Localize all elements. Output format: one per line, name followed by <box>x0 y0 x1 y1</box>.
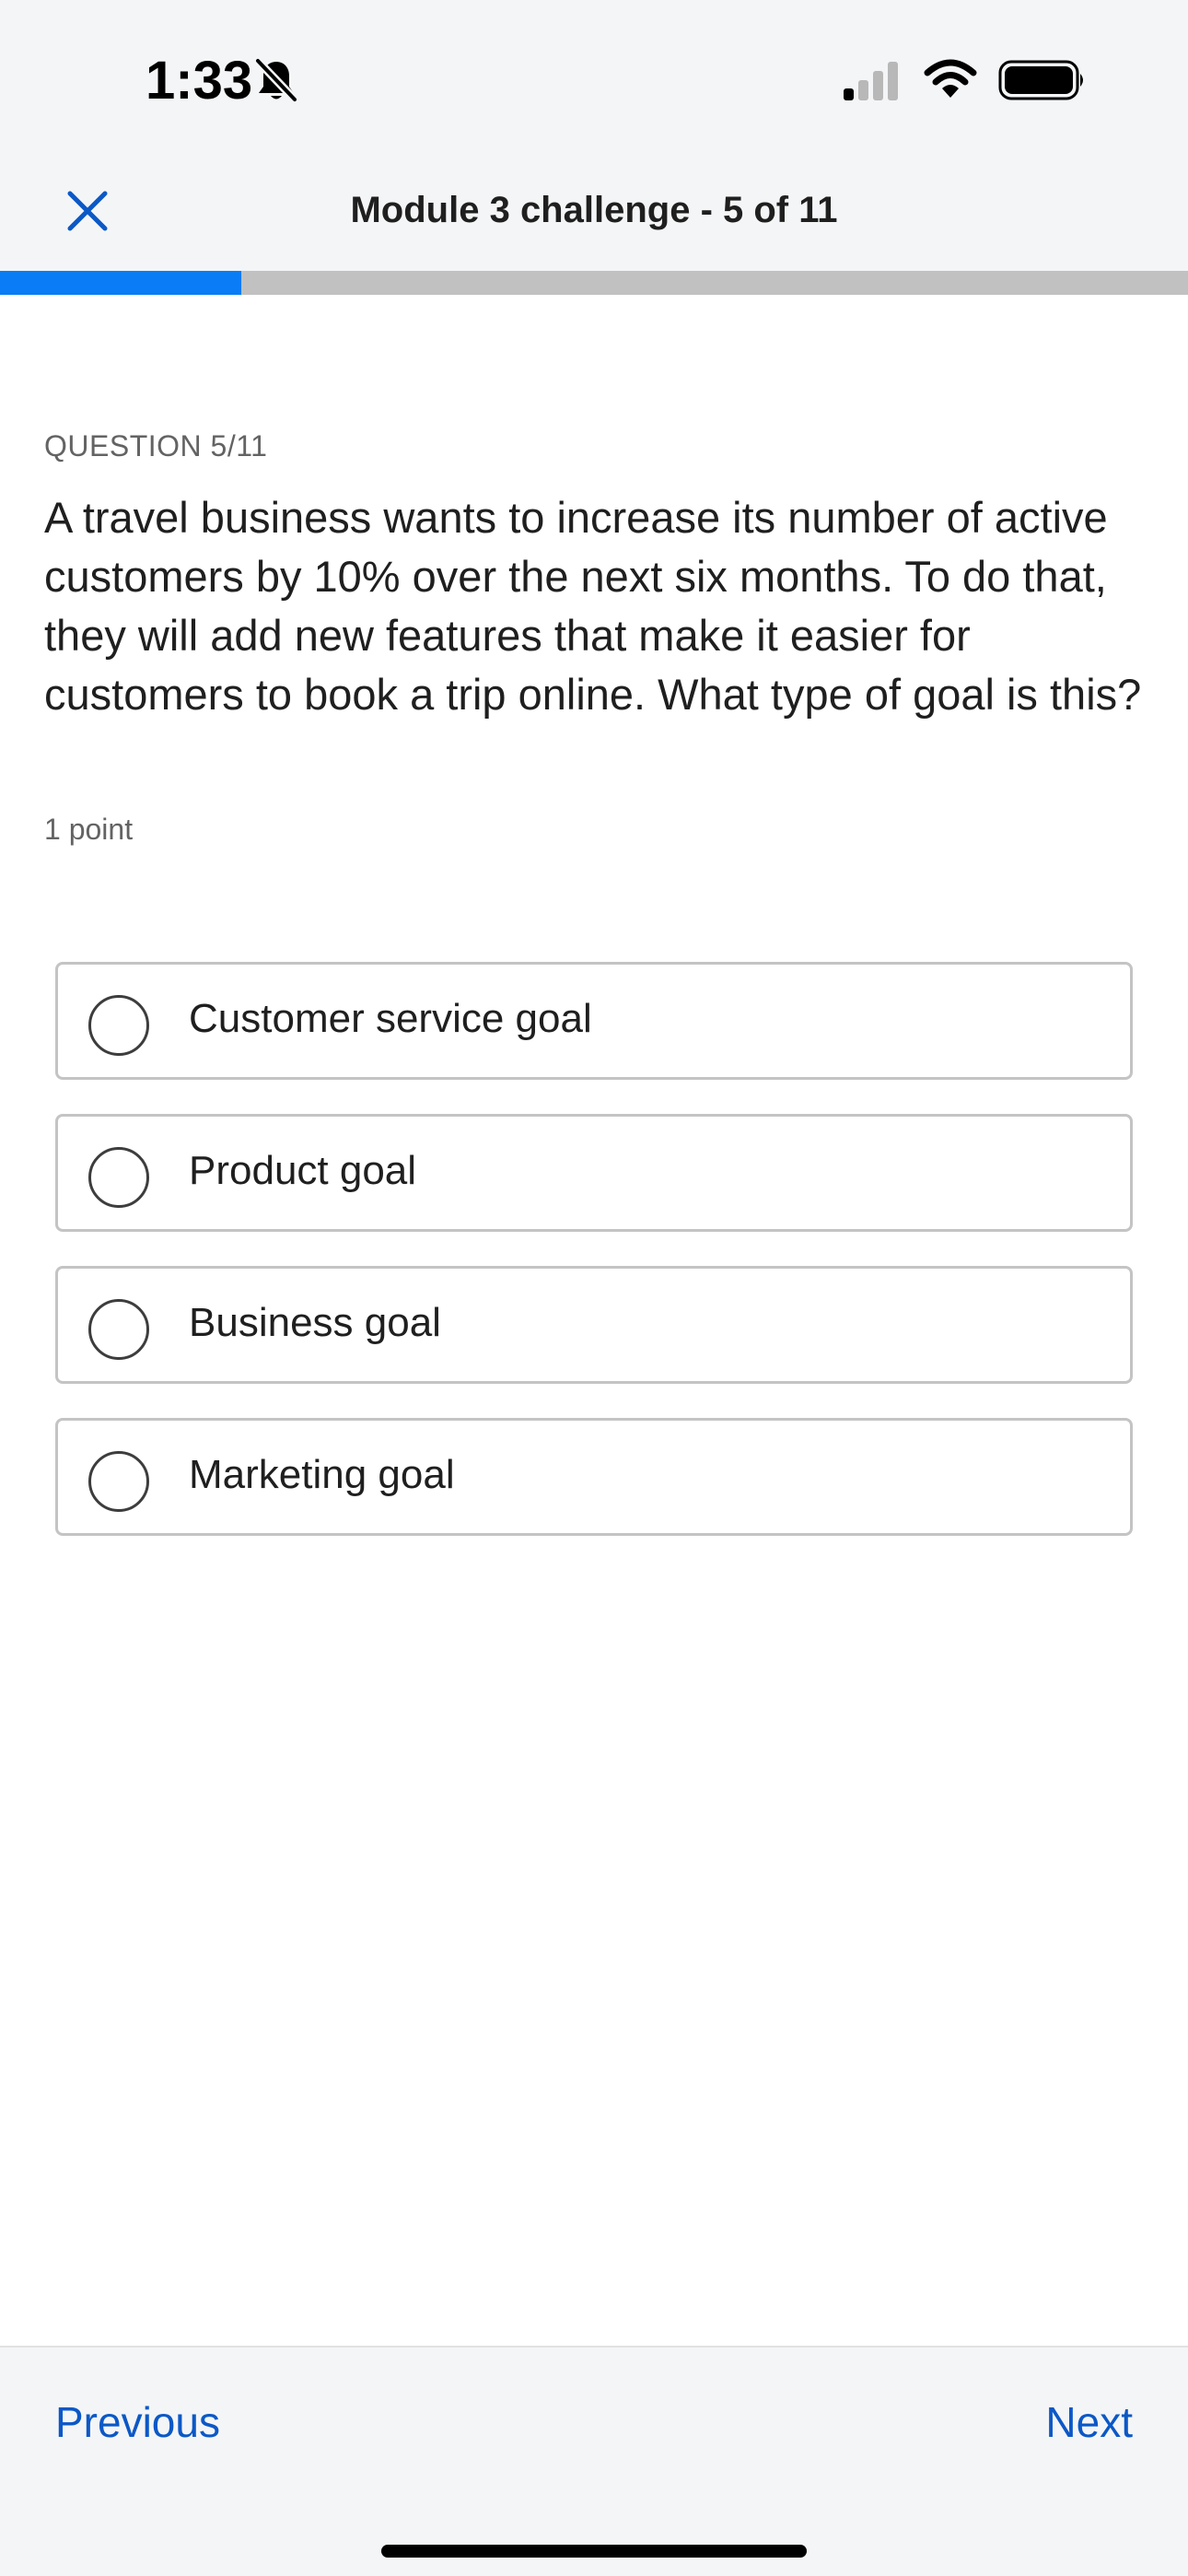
question-text: A travel business wants to increase its … <box>44 493 1142 719</box>
page-title: Module 3 challenge - 5 of 11 <box>350 190 838 230</box>
points-label: 1 point <box>44 813 134 846</box>
radio-button[interactable] <box>88 1147 149 1208</box>
question-label: QUESTION 5/11 <box>44 429 268 463</box>
status-bar: 1:33 <box>0 0 1188 157</box>
radio-button[interactable] <box>88 1451 149 1512</box>
answer-options: Customer service goal Product goal Busin… <box>55 962 1133 1570</box>
status-time: 1:33 <box>146 51 253 111</box>
option-label: Customer service goal <box>189 996 592 1041</box>
home-indicator <box>381 2545 807 2558</box>
progress-fill <box>0 271 242 295</box>
progress-bar <box>0 271 1188 295</box>
radio-button[interactable] <box>88 995 149 1056</box>
option-product-goal[interactable]: Product goal <box>55 1114 1133 1232</box>
app-header: Module 3 challenge - 5 of 11 <box>0 157 1188 271</box>
previous-button[interactable]: Previous <box>55 2397 220 2447</box>
signal-icon <box>842 61 901 101</box>
option-label: Product goal <box>189 1148 417 1193</box>
next-button[interactable]: Next <box>1045 2397 1133 2447</box>
option-customer-service-goal[interactable]: Customer service goal <box>55 962 1133 1080</box>
wifi-icon <box>923 57 978 100</box>
radio-button[interactable] <box>88 1299 149 1360</box>
option-label: Marketing goal <box>189 1452 455 1497</box>
footer-nav: Previous Next <box>0 2346 1188 2576</box>
option-business-goal[interactable]: Business goal <box>55 1266 1133 1384</box>
battery-icon <box>998 59 1087 101</box>
option-label: Business goal <box>189 1300 441 1345</box>
bell-off-icon <box>254 57 298 103</box>
option-marketing-goal[interactable]: Marketing goal <box>55 1418 1133 1536</box>
